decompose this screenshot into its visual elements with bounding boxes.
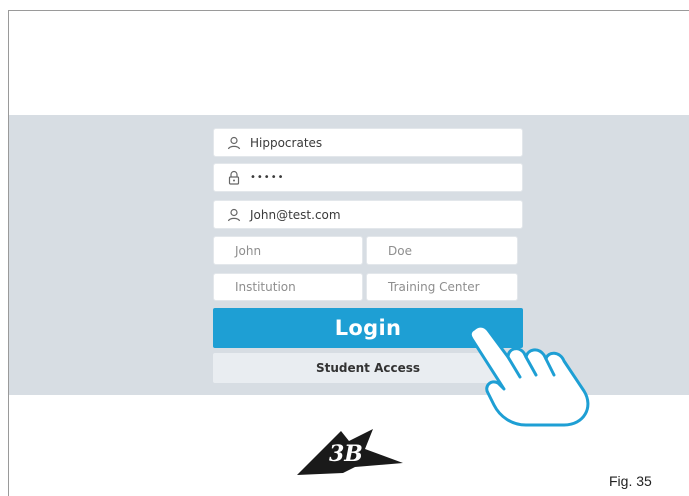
last-name-field[interactable]: Doe (366, 236, 518, 265)
last-name-value: Doe (388, 243, 412, 258)
user-icon (226, 135, 242, 151)
device-screen: Hippocrates ••••• John@test.com John Doe (8, 10, 689, 496)
figure-caption: Fig. 35 (609, 473, 652, 489)
hand-pointer-icon (464, 321, 604, 435)
user-icon (226, 207, 242, 223)
email-field[interactable]: John@test.com (213, 200, 523, 229)
institution-placeholder: Institution (235, 280, 296, 294)
logo-text: 3B (329, 441, 363, 467)
first-name-value: John (235, 243, 262, 258)
3b-logo: 3B (295, 423, 405, 483)
username-value: Hippocrates (250, 135, 323, 150)
email-value: John@test.com (250, 207, 341, 222)
institution-field[interactable]: Institution (213, 273, 363, 301)
username-field[interactable]: Hippocrates (213, 128, 523, 157)
training-center-placeholder: Training Center (388, 280, 480, 294)
training-center-field[interactable]: Training Center (366, 273, 518, 301)
first-name-field[interactable]: John (213, 236, 363, 265)
lock-icon (226, 170, 242, 186)
password-value: ••••• (250, 172, 285, 183)
password-field[interactable]: ••••• (213, 163, 523, 192)
